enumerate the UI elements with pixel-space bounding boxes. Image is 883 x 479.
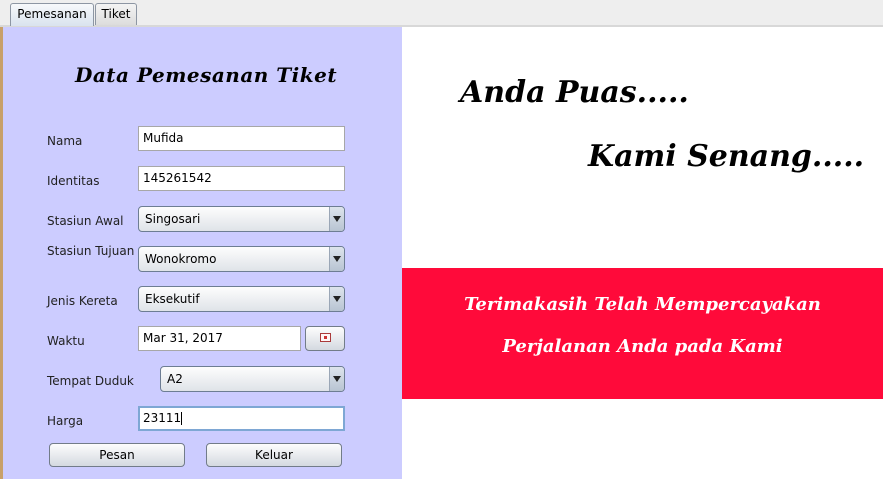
stasiun-awal-value: Singosari (145, 212, 201, 226)
harga-field[interactable]: 23111 (138, 406, 345, 431)
form-panel: Data Pemesanan Tiket Nama Mufida Identit… (0, 27, 402, 479)
stasiun-tujuan-select[interactable]: Wonokromo (138, 246, 345, 272)
jenis-kereta-value: Eksekutif (145, 292, 200, 306)
message-line-2: Kami Senang..... (588, 139, 865, 174)
calendar-icon (320, 333, 331, 342)
tempat-duduk-value: A2 (167, 372, 183, 386)
tab-tiket[interactable]: Tiket (95, 3, 137, 25)
keluar-button[interactable]: Keluar (206, 443, 342, 467)
harga-label: Harga (47, 414, 84, 428)
chevron-down-icon[interactable] (329, 247, 344, 271)
waktu-date-field[interactable]: Mar 31, 2017 (138, 326, 301, 351)
stasiun-awal-label: Stasiun Awal (47, 214, 124, 228)
jenis-kereta-select[interactable]: Eksekutif (138, 286, 345, 312)
message-panel: Anda Puas..... Kami Senang..... Terimaka… (402, 27, 883, 479)
chevron-down-icon[interactable] (329, 367, 344, 391)
form-title: Data Pemesanan Tiket (75, 63, 338, 87)
banner-line-1: Terimakasih Telah Mempercayakan (464, 294, 821, 315)
tempat-duduk-select[interactable]: A2 (160, 366, 345, 392)
message-line-1: Anda Puas..... (460, 75, 689, 110)
tab-bar: Pemesanan Tiket (0, 0, 883, 27)
waktu-label: Waktu (47, 334, 85, 348)
text-cursor (181, 412, 183, 425)
tab-pemesanan[interactable]: Pemesanan (10, 3, 94, 26)
identitas-label: Identitas (47, 174, 100, 188)
chevron-down-icon[interactable] (329, 287, 344, 311)
stasiun-tujuan-label: Stasiun Tujuan (47, 244, 135, 258)
jenis-kereta-label: Jenis Kereta (47, 294, 118, 308)
nama-field[interactable]: Mufida (138, 126, 345, 151)
stasiun-awal-select[interactable]: Singosari (138, 206, 345, 232)
pesan-button[interactable]: Pesan (49, 443, 185, 467)
stasiun-tujuan-value: Wonokromo (145, 252, 217, 266)
tempat-duduk-label: Tempat Duduk (47, 374, 134, 388)
chevron-down-icon[interactable] (329, 207, 344, 231)
banner-line-2: Perjalanan Anda pada Kami (502, 336, 783, 357)
nama-label: Nama (47, 134, 83, 148)
date-picker-button[interactable] (305, 326, 345, 351)
identitas-field[interactable]: 145261542 (138, 166, 345, 191)
thank-you-banner: Terimakasih Telah Mempercayakan Perjalan… (402, 268, 883, 399)
harga-value: 23111 (143, 411, 182, 425)
